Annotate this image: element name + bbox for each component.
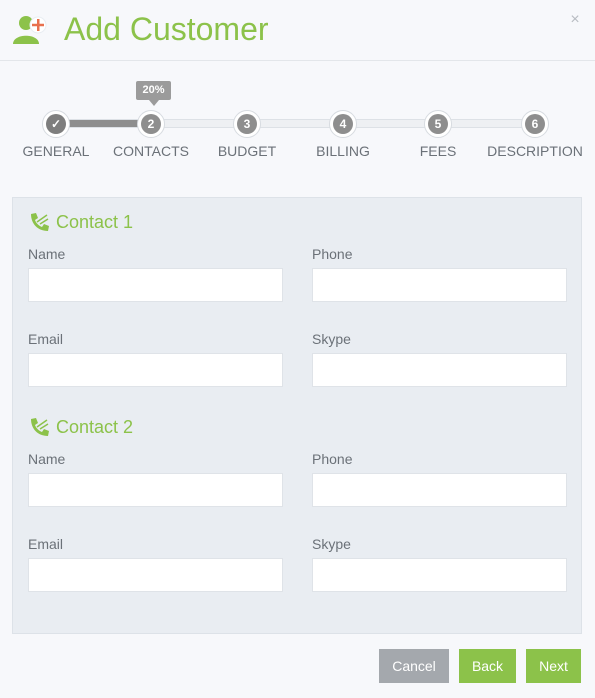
contact-title: Contact 1	[56, 212, 134, 232]
step-number: 4	[333, 114, 353, 134]
contact-1-phone-input[interactable]	[312, 268, 567, 302]
step-label-budget[interactable]: BUDGET	[218, 143, 276, 159]
contact-title: Contact 2	[56, 417, 134, 437]
step-number: 6	[525, 114, 545, 134]
progress-percent-badge: 20%	[136, 81, 171, 106]
step-label-contacts[interactable]: CONTACTS	[113, 143, 189, 159]
skype-label: Skype	[312, 331, 351, 347]
check-icon: ✓	[46, 114, 66, 134]
progress-track	[56, 119, 536, 128]
step-3[interactable]: 3	[233, 110, 261, 138]
email-label: Email	[28, 331, 64, 347]
name-label: Name	[28, 451, 66, 467]
name-label: Name	[28, 246, 66, 262]
step-6[interactable]: 6	[521, 110, 549, 138]
add-user-icon	[13, 16, 47, 44]
step-number: 5	[428, 114, 448, 134]
contact-1-skype-input[interactable]	[312, 353, 567, 387]
close-icon[interactable]: ×	[567, 12, 583, 28]
contacts-panel: Contact 1 Name Phone Email Skype Contact 2 Nam…	[12, 197, 582, 634]
step-1[interactable]: ✓	[42, 110, 70, 138]
dialog-header: Add Customer ×	[0, 0, 595, 61]
add-customer-dialog: Add Customer × 20% ✓ GENERAL 2 CONTACTS 3 BUD…	[0, 0, 595, 698]
contact-1-email-input[interactable]	[28, 353, 283, 387]
email-label: Email	[28, 536, 64, 552]
phone-icon	[28, 212, 50, 232]
contact-1-name-input[interactable]	[28, 268, 283, 302]
step-label-fees[interactable]: FEES	[420, 143, 457, 159]
step-2[interactable]: 2	[137, 110, 165, 138]
dialog-title: Add Customer	[64, 11, 269, 47]
phone-label: Phone	[312, 246, 353, 262]
phone-icon	[28, 417, 50, 437]
contact-2-phone-input[interactable]	[312, 473, 567, 507]
step-5[interactable]: 5	[424, 110, 452, 138]
next-button[interactable]: Next	[526, 649, 581, 683]
progress-stepper: 20% ✓ GENERAL 2 CONTACTS 3 BUDGET 4 BILLING 5 FEE…	[0, 80, 595, 170]
phone-label: Phone	[312, 451, 353, 467]
contact-2-email-input[interactable]	[28, 558, 283, 592]
step-label-general[interactable]: GENERAL	[23, 143, 90, 159]
contact-2-skype-input[interactable]	[312, 558, 567, 592]
step-number: 3	[237, 114, 257, 134]
back-button[interactable]: Back	[459, 649, 516, 683]
skype-label: Skype	[312, 536, 351, 552]
contact-2-name-input[interactable]	[28, 473, 283, 507]
step-label-description[interactable]: DESCRIPTION	[487, 143, 583, 159]
step-number: 2	[141, 114, 161, 134]
cancel-button[interactable]: Cancel	[379, 649, 449, 683]
step-4[interactable]: 4	[329, 110, 357, 138]
step-label-billing[interactable]: BILLING	[316, 143, 370, 159]
